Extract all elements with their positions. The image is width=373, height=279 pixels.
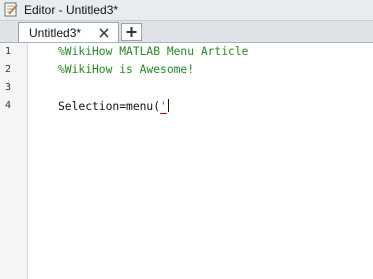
line-number: 4 <box>5 100 12 111</box>
text-cursor <box>167 99 169 112</box>
add-tab-button[interactable] <box>121 23 142 41</box>
string-literal: ' <box>160 100 167 114</box>
tab-label: Untitled3* <box>29 26 82 40</box>
plus-icon <box>126 27 137 37</box>
close-icon[interactable] <box>98 27 110 39</box>
window-title: Editor - Untitled3* <box>24 3 119 17</box>
editor-icon <box>4 2 18 17</box>
line-number: 1 <box>5 46 12 57</box>
line-number-gutter <box>0 43 28 279</box>
line-number: 2 <box>5 64 12 75</box>
code-line[interactable]: Selection=menu(' <box>58 99 169 114</box>
code-line[interactable]: %WikiHow is Awesome! <box>58 63 194 76</box>
tab-bar: Untitled3* <box>0 21 373 43</box>
title-bar: Editor - Untitled3* <box>0 0 373 21</box>
code-text: Selection=menu( <box>58 100 161 113</box>
code-line[interactable]: %WikiHow MATLAB Menu Article <box>58 45 248 58</box>
line-number: 3 <box>5 82 12 93</box>
tab-untitled3[interactable]: Untitled3* <box>18 22 119 42</box>
